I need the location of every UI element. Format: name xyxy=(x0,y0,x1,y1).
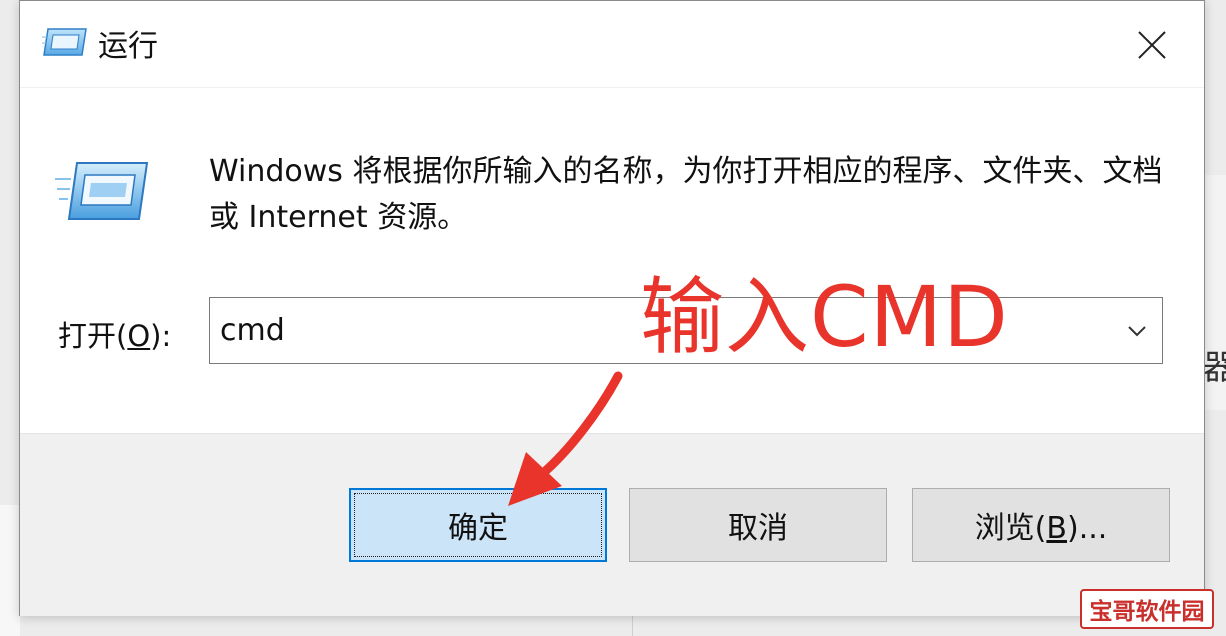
browse-button[interactable]: 浏览(B)... xyxy=(912,488,1170,562)
close-icon xyxy=(1138,31,1166,59)
combo-dropdown-button[interactable] xyxy=(1124,318,1150,344)
browse-button-label: 浏览(B)... xyxy=(974,511,1108,546)
title-separator xyxy=(20,87,1204,88)
run-dialog: 运行 Windows 将根据你所输入的名称，为你打开相应的程序、文件夹、文档或 … xyxy=(19,0,1205,616)
description-text: Windows 将根据你所输入的名称，为你打开相应的程序、文件夹、文档或 Int… xyxy=(209,154,1163,235)
close-button[interactable] xyxy=(1130,23,1174,67)
chevron-down-icon xyxy=(1128,326,1146,337)
background-partial-text: 器 xyxy=(1203,348,1226,388)
window-title: 运行 xyxy=(98,29,158,64)
run-program-icon xyxy=(55,162,149,220)
watermark-logo: 宝哥软件园 xyxy=(1080,589,1214,629)
open-label: 打开(O): xyxy=(58,319,172,353)
annotation-text: 输入CMD xyxy=(640,268,1009,366)
background-panel xyxy=(0,505,20,636)
run-app-icon xyxy=(42,28,87,56)
cancel-button-label: 取消 xyxy=(728,511,788,546)
cancel-button[interactable]: 取消 xyxy=(629,488,887,562)
annotation-arrow-icon xyxy=(508,371,623,506)
